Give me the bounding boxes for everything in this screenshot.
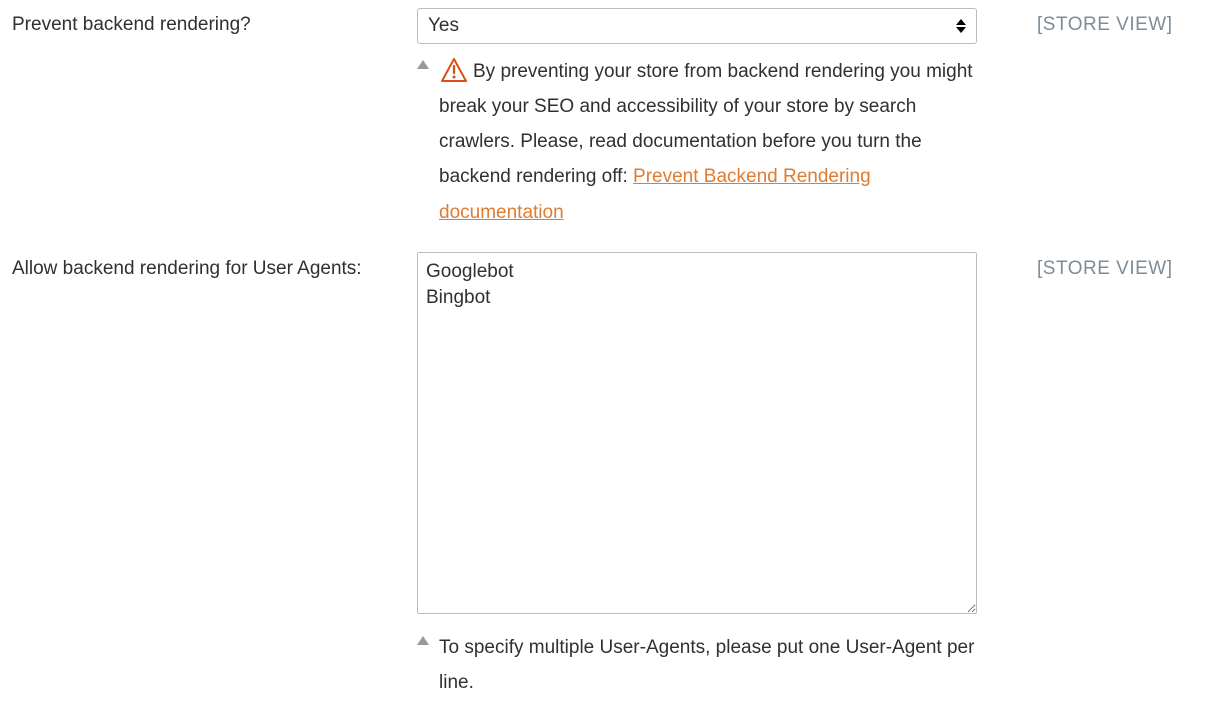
agents-hint-text: To specify multiple User-Agents, please … <box>439 630 977 700</box>
control-col-prevent: Yes By preventing your store from backen… <box>417 8 987 230</box>
select-arrows-icon <box>956 19 966 33</box>
warning-triangle-icon <box>441 58 467 82</box>
control-col-agents: To specify multiple User-Agents, please … <box>417 252 987 700</box>
field-allow-user-agents: Allow backend rendering for User Agents:… <box>12 252 1196 700</box>
field-prevent-backend-rendering: Prevent backend rendering? Yes By preven… <box>12 8 1196 230</box>
warning-block: By preventing your store from backend re… <box>417 54 977 230</box>
select-prevent-backend-rendering[interactable]: Yes <box>417 8 977 44</box>
select-value: Yes <box>428 15 459 37</box>
caret-up-icon <box>417 60 429 69</box>
scope-label-prevent: [STORE VIEW] <box>987 8 1196 36</box>
label-prevent-backend-rendering: Prevent backend rendering? <box>12 8 417 36</box>
textarea-user-agents[interactable] <box>417 252 977 614</box>
warning-text: By preventing your store from backend re… <box>439 54 977 230</box>
label-allow-user-agents: Allow backend rendering for User Agents: <box>12 252 417 280</box>
caret-up-icon <box>417 636 429 645</box>
scope-label-agents: [STORE VIEW] <box>987 252 1196 280</box>
agents-hint-block: To specify multiple User-Agents, please … <box>417 630 977 700</box>
